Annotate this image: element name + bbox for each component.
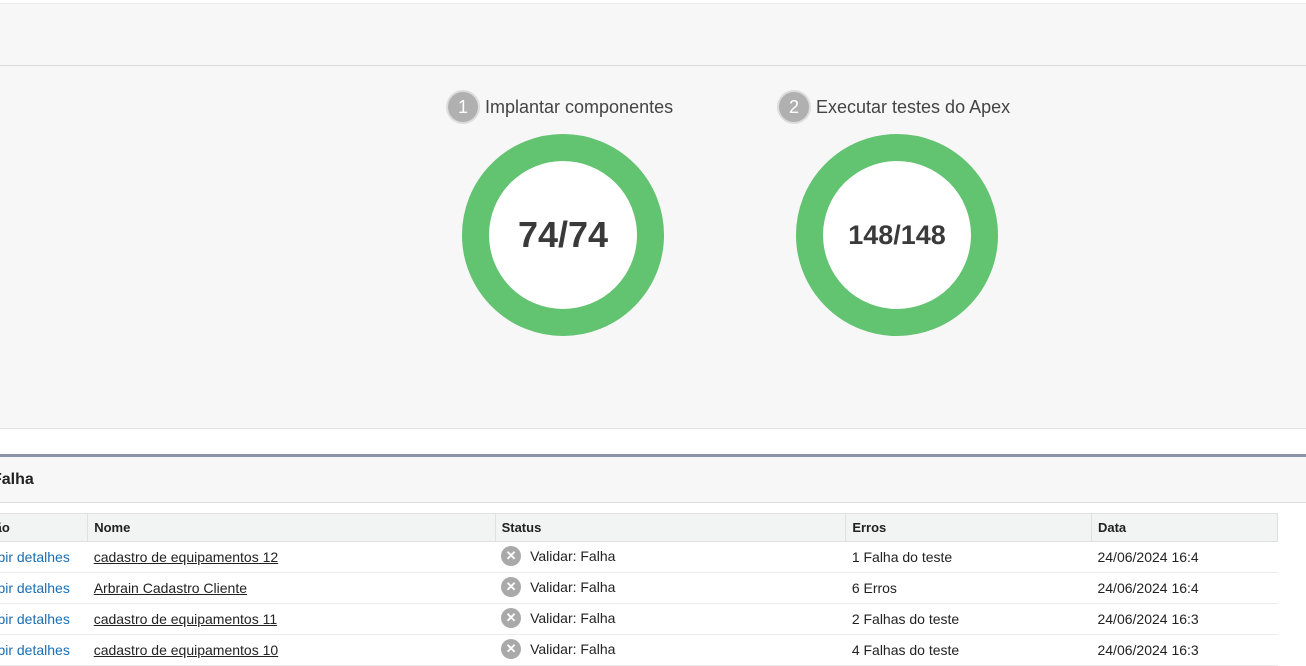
status-text: Validar: Falha bbox=[530, 547, 616, 564]
step-2-count: 148/148 bbox=[848, 219, 946, 250]
deployment-name-link[interactable]: Arbrain Cadastro Cliente bbox=[94, 580, 247, 596]
errors-cell: 2 Falhas do teste bbox=[845, 603, 1092, 635]
status-cell: ✕ Validar: Falha bbox=[501, 638, 840, 659]
date-cell: 24/06/2024 16:3 bbox=[1091, 603, 1278, 635]
view-details-link[interactable]: Exibir detalhes bbox=[0, 642, 70, 658]
column-header-action[interactable]: Ação bbox=[0, 513, 89, 542]
step-1-number-badge: 1 bbox=[448, 92, 478, 122]
deployment-name-link[interactable]: cadastro de equipamentos 11 bbox=[94, 611, 277, 627]
view-details-link[interactable]: Exibir detalhes bbox=[0, 549, 70, 565]
failure-icon: ✕ bbox=[501, 576, 522, 597]
errors-cell: 4 Falhas do teste bbox=[845, 634, 1092, 666]
step-1-progress-ring: 74/74 bbox=[462, 134, 664, 336]
step-1-header: 1 Implantar componentes bbox=[448, 92, 673, 122]
errors-cell: 1 Falha do teste bbox=[845, 541, 1092, 573]
column-header-errors[interactable]: Erros bbox=[845, 513, 1092, 542]
date-cell: 24/06/2024 16:3 bbox=[1091, 634, 1278, 666]
failure-icon: ✕ bbox=[501, 607, 522, 628]
status-cell: ✕ Validar: Falha bbox=[501, 607, 840, 628]
date-cell: 24/06/2024 16:4 bbox=[1091, 572, 1278, 604]
date-cell: 24/06/2024 16:4 bbox=[1091, 541, 1278, 573]
column-header-date[interactable]: Data bbox=[1091, 513, 1279, 542]
column-header-status[interactable]: Status bbox=[495, 513, 847, 542]
results-table: Ação Nome Status Erros Data Exibir detal… bbox=[0, 513, 1279, 666]
status-cell: ✕ Validar: Falha bbox=[501, 545, 840, 566]
spacer bbox=[0, 429, 1306, 454]
section-title: Falha bbox=[0, 471, 34, 488]
step-1-title: Implantar componentes bbox=[485, 96, 674, 117]
table-row: Exibir detalhes cadastro de equipamentos… bbox=[0, 541, 1278, 573]
view-details-link[interactable]: Exibir detalhes bbox=[0, 580, 70, 596]
deployment-name-link[interactable]: cadastro de equipamentos 10 bbox=[94, 642, 278, 658]
step-2-header: 2 Executar testes do Apex bbox=[779, 92, 1010, 122]
table-row: Exibir detalhes cadastro de equipamentos… bbox=[0, 603, 1278, 635]
table-row: Exibir detalhes Arbrain Cadastro Cliente… bbox=[0, 572, 1278, 604]
status-text: Validar: Falha bbox=[530, 609, 616, 626]
step-2-title: Executar testes do Apex bbox=[816, 96, 1011, 117]
header-band bbox=[0, 4, 1306, 66]
failure-section-header: Falha bbox=[0, 457, 1306, 503]
errors-cell: 6 Erros bbox=[845, 572, 1092, 604]
failure-icon: ✕ bbox=[501, 545, 522, 566]
column-header-name[interactable]: Nome bbox=[87, 513, 496, 542]
step-1-count: 74/74 bbox=[517, 214, 609, 255]
step-2-number-badge: 2 bbox=[779, 92, 809, 122]
failure-icon: ✕ bbox=[501, 638, 522, 659]
view-details-link[interactable]: Exibir detalhes bbox=[0, 611, 70, 627]
deployment-name-link[interactable]: cadastro de equipamentos 12 bbox=[94, 549, 278, 565]
status-cell: ✕ Validar: Falha bbox=[501, 576, 840, 597]
step-2-progress-ring: 148/148 bbox=[796, 134, 998, 336]
table-row: Exibir detalhes cadastro de equipamentos… bbox=[0, 634, 1278, 666]
status-text: Validar: Falha bbox=[530, 640, 616, 657]
status-text: Validar: Falha bbox=[530, 578, 616, 595]
table-header-row: Ação Nome Status Erros Data bbox=[0, 513, 1279, 542]
